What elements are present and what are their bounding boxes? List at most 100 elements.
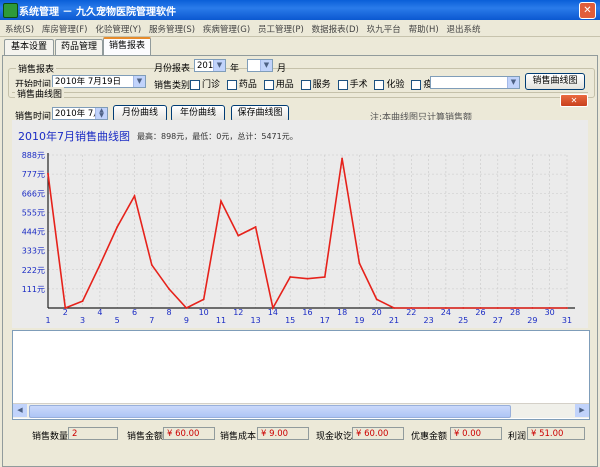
data-point <box>566 307 568 309</box>
y-tick-label: 777元 <box>22 170 45 179</box>
stat-value-cash: ¥ 60.00 <box>352 427 404 440</box>
x-tick-label: 26 <box>475 308 485 317</box>
x-tick-label: 31 <box>562 316 572 325</box>
menu-system[interactable]: 系统(S) <box>5 23 34 35</box>
x-tick-label: 7 <box>149 316 154 325</box>
window-close-button[interactable]: ✕ <box>579 2 596 19</box>
title-bar: 系统管理 － 九久宠物医院管理软件 ✕ <box>0 0 600 20</box>
x-tick-label: 1 <box>45 316 50 325</box>
data-point <box>81 300 84 303</box>
y-tick-label: 222元 <box>22 266 45 275</box>
data-point <box>479 307 482 309</box>
category-drug[interactable]: 药品 <box>226 79 257 90</box>
stat-label-cost: 销售成本 <box>220 432 257 442</box>
category-clinic[interactable]: 门诊 <box>190 79 220 90</box>
y-tick-label: 444元 <box>22 228 45 237</box>
menu-help[interactable]: 帮助(H) <box>409 23 439 35</box>
month-report-label: 月份报表 <box>154 64 191 74</box>
menu-exit[interactable]: 退出系统 <box>447 23 481 35</box>
tab-drug-management[interactable]: 药品管理 <box>55 39 103 55</box>
horizontal-scrollbar[interactable]: ◀ ▶ <box>13 403 589 418</box>
menu-bar: 系统(S) 库房管理(F) 化验管理(Y) 服务管理(S) 疾病管理(G) 员工… <box>0 20 600 37</box>
menu-reports[interactable]: 数据报表(D) <box>312 23 359 35</box>
stat-label-profit: 利润 <box>508 432 527 442</box>
data-point <box>64 307 67 309</box>
data-point <box>410 307 413 309</box>
chevron-down-icon[interactable]: ▼ <box>507 77 519 88</box>
chevron-down-icon[interactable]: ▼ <box>260 60 272 71</box>
x-tick-label: 11 <box>216 316 226 325</box>
checkbox-icon[interactable] <box>337 79 348 90</box>
month-select[interactable]: ▼ <box>247 59 273 72</box>
category-select[interactable]: ▼ <box>430 76 520 89</box>
data-point <box>133 195 136 197</box>
category-lab[interactable]: 化验 <box>374 79 404 90</box>
x-tick-label: 23 <box>424 316 434 325</box>
data-point <box>341 157 343 160</box>
menu-warehouse[interactable]: 库房管理(F) <box>42 23 88 35</box>
year-select[interactable]: 2010 ▼ <box>194 59 226 72</box>
tab-sales-report[interactable]: 销售报表 <box>103 37 151 57</box>
menu-platform[interactable]: 玖九平台 <box>367 23 401 35</box>
year-unit: 年 <box>230 64 240 74</box>
tab-basic-settings[interactable]: 基本设置 <box>4 39 54 55</box>
spinner-arrows-icon[interactable]: ▲ ▼ <box>95 108 107 119</box>
checkbox-icon[interactable] <box>190 79 200 90</box>
data-point <box>237 234 240 237</box>
menu-lab[interactable]: 化验管理(Y) <box>95 23 141 35</box>
stat-label-sales-amount: 销售金额 <box>127 432 164 442</box>
x-tick-label: 5 <box>115 316 120 325</box>
data-point <box>514 307 516 309</box>
x-tick-label: 10 <box>199 308 209 317</box>
y-tick-label: 333元 <box>22 247 45 256</box>
stat-label-cash: 现金收讫 <box>316 432 353 442</box>
data-point <box>47 172 49 175</box>
y-tick-label: 555元 <box>22 208 45 217</box>
x-tick-label: 12 <box>233 308 243 317</box>
data-point <box>185 307 188 309</box>
x-tick-label: 20 <box>372 308 382 317</box>
data-point <box>254 226 257 228</box>
category-supplies[interactable]: 用品 <box>263 79 294 90</box>
checkbox-icon[interactable] <box>300 79 311 90</box>
start-date-picker[interactable]: 2010年 7月19日 ▼ <box>52 75 146 88</box>
data-point <box>323 276 326 278</box>
checkbox-icon[interactable] <box>374 79 385 90</box>
x-tick-label: 19 <box>354 316 364 325</box>
checkbox-icon[interactable] <box>263 79 274 90</box>
data-point <box>272 307 274 309</box>
category-surgery[interactable]: 手术 <box>337 79 368 90</box>
stat-label-quantity: 销售数量 <box>32 432 69 442</box>
data-point <box>548 307 551 309</box>
x-tick-label: 2 <box>63 308 68 317</box>
menu-disease[interactable]: 疾病管理(G) <box>203 23 250 35</box>
tab-strip: 基本设置 药品管理 销售报表 <box>0 37 600 57</box>
scroll-right-icon[interactable]: ▶ <box>575 404 589 417</box>
checkbox-icon[interactable] <box>411 79 422 90</box>
stat-value-quantity: 2 <box>68 427 118 440</box>
data-point <box>202 298 205 301</box>
y-tick-label: 111元 <box>22 285 45 294</box>
x-tick-label: 30 <box>545 308 555 317</box>
curve-close-button[interactable]: ✕ <box>560 94 588 107</box>
report-group-legend: 销售报表 <box>16 62 57 75</box>
checkbox-icon[interactable] <box>226 79 237 90</box>
chevron-down-icon[interactable]: ▼ <box>133 76 145 87</box>
data-point <box>289 276 292 278</box>
category-service[interactable]: 服务 <box>300 79 331 90</box>
chart-area: 888元 777元 666元 555元 444元 333元 222元 111元 1 2 3 4 5 6 7 8… <box>12 120 588 328</box>
data-point <box>99 264 101 266</box>
scroll-left-icon[interactable]: ◀ <box>13 404 27 417</box>
scroll-thumb[interactable] <box>29 405 511 418</box>
menu-service[interactable]: 服务管理(S) <box>149 23 195 35</box>
detail-grid[interactable]: ◀ ▶ <box>12 330 590 420</box>
stat-value-cost: ¥ 9.00 <box>257 427 309 440</box>
chevron-down-icon[interactable]: ▼ <box>213 60 225 71</box>
data-point <box>445 307 447 309</box>
data-point <box>358 262 361 265</box>
sales-curve-button[interactable]: 销售曲线图 <box>525 73 585 90</box>
sales-time-spinner[interactable]: 2010年 7月 ▲ ▼ <box>52 107 108 120</box>
stat-label-discount: 优惠金额 <box>411 432 448 442</box>
menu-staff[interactable]: 员工管理(P) <box>258 23 304 35</box>
y-tick-label: 666元 <box>22 189 45 198</box>
